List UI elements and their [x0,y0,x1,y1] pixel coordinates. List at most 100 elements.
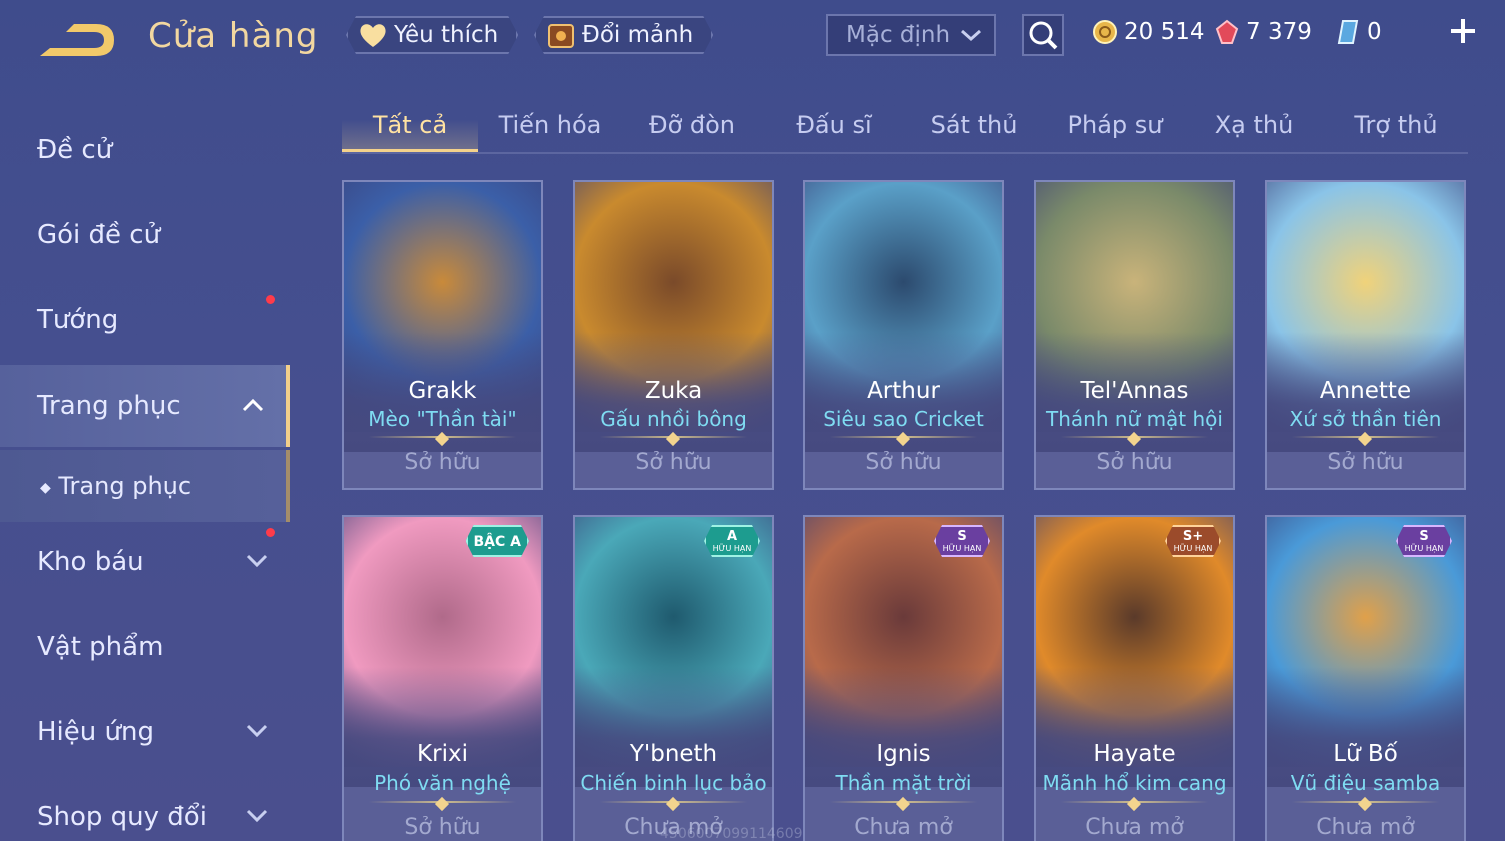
skin-card[interactable]: BẬC A Krixi Phó văn nghệ Sở hữu [342,515,543,841]
sidebar-item-effects[interactable]: Hiệu ứng [0,692,290,772]
tier-badge-label: S [1419,529,1429,544]
sidebar-item-treasure[interactable]: Kho báu [0,522,290,602]
sidebar-subitem-skins[interactable]: ◆ Trang phục [0,450,290,522]
skin-card[interactable]: A HỮU HẠN Y'bneth Chiến binh lục bảo Chưa mở [573,515,774,841]
card-shade [344,667,541,787]
voucher-balance: 7 379 [1214,16,1312,48]
skin-name: Phó văn nghệ [374,771,511,795]
crystal-icon [1337,20,1359,44]
add-currency-icon[interactable] [1448,16,1478,46]
skin-card[interactable]: S HỮU HẠN Ignis Thần mặt trời Chưa mở [803,515,1004,841]
heart-icon [358,21,388,49]
sidebar-item-heroes[interactable]: Tướng [0,280,290,360]
skin-name: Siêu sao Cricket [823,407,984,431]
watermark-id: 4506007099114609 [660,826,803,841]
sidebar-item-label: Kho báu [37,547,144,577]
sidebar-subitem-label: Trang phục [58,472,192,500]
sort-value: Mặc định [846,22,951,48]
skin-card[interactable]: S+ HỮU HẠN Hayate Mãnh hổ kim cang Chưa mở [1034,515,1235,841]
hero-name: Zuka [644,378,703,404]
search-icon [1029,21,1058,50]
skin-name: Mãnh hổ kim cang [1042,771,1227,795]
skin-name: Thần mặt trời [835,771,972,795]
search-button[interactable] [1022,14,1064,56]
tier-badge: A HỮU HẠN [704,525,760,557]
hero-name: Grakk [408,378,477,404]
hero-name: Tel'Annas [1080,378,1189,404]
sidebar: Đề cử Gói đề cử Tướng Trang phục ◆ Trang… [0,100,290,841]
divider-gem-icon [895,796,911,812]
chevron-down-icon [246,724,268,738]
tier-badge-label: A [726,529,738,544]
voucher-value: 7 379 [1246,19,1312,45]
divider-gem-icon [665,796,681,812]
sort-dropdown[interactable]: Mặc định [826,14,996,56]
sidebar-item-label: Vật phẩm [37,632,164,662]
sidebar-item-label: Hiệu ứng [37,717,154,747]
ownership-status: Chưa mở [854,815,953,840]
sidebar-item-recommended[interactable]: Đề cử [0,110,290,190]
sidebar-item-skins[interactable]: Trang phục [0,365,290,447]
hero-name: Ignis [876,741,931,767]
favorites-button[interactable]: Yêu thích [346,16,518,54]
skin-card[interactable]: Zuka Gấu nhồi bông Sở hữu [573,180,774,490]
sidebar-item-label: Trang phục [37,391,181,421]
sidebar-item-label: Shop quy đổi [37,802,207,832]
ownership-status: Sở hữu [404,815,481,840]
divider-gem-icon [1126,796,1142,812]
sidebar-item-exchange-shop[interactable]: Shop quy đổi [0,777,290,841]
skin-name: Gấu nhồi bông [600,407,747,431]
tab-tank[interactable]: Đỡ đòn [632,100,752,152]
tab-support[interactable]: Trợ thủ [1336,100,1456,152]
hero-name: Y'bneth [629,741,718,767]
hero-name: Lữ Bố [1333,741,1398,767]
tab-fighter[interactable]: Đấu sĩ [774,100,894,152]
tier-badge-sublabel: HỮU HẠN [712,544,752,553]
skin-card[interactable]: Arthur Siêu sao Cricket Sở hữu [803,180,1004,490]
tab-assassin[interactable]: Sát thủ [914,100,1034,152]
skin-card[interactable]: Annette Xứ sở thần tiên Sở hữu [1265,180,1466,490]
exchange-fragments-button[interactable]: Đổi mảnh [534,16,713,54]
tier-badge: S HỮU HẠN [934,525,990,557]
tier-badge: S+ HỮU HẠN [1165,525,1221,557]
skin-name: Mèo "Thần tài" [368,407,517,431]
ownership-status: Sở hữu [865,450,942,475]
divider-gem-icon [434,796,450,812]
notification-dot [266,528,275,537]
card-shade [1267,667,1464,787]
tier-badge-label: S [957,529,967,544]
chevron-down-icon [961,29,981,42]
tab-marksman[interactable]: Xạ thủ [1194,100,1314,152]
skin-name: Chiến binh lục bảo [580,771,767,795]
card-shade [1036,667,1233,787]
tab-all[interactable]: Tất cả [342,100,478,152]
treasure-chest-icon [546,21,576,49]
tier-badge-label: S+ [1182,529,1204,544]
sidebar-item-items[interactable]: Vật phẩm [0,607,290,687]
ownership-status: Chưa mở [1085,815,1184,840]
ownership-status: Sở hữu [1327,450,1404,475]
tab-evolution[interactable]: Tiến hóa [490,100,610,152]
skin-name: Xứ sở thần tiên [1289,407,1442,431]
chevron-up-icon [242,398,264,412]
hero-name: Krixi [417,741,468,767]
skin-card[interactable]: Grakk Mèo "Thần tài" Sở hữu [342,180,543,490]
favorites-label: Yêu thích [394,22,499,48]
sidebar-item-recommended-packs[interactable]: Gói đề cử [0,195,290,304]
top-bar: Cửa hàng Yêu thích Đổi mảnh Mặc định 20 … [0,0,1505,80]
ownership-status: Chưa mở [1316,815,1415,840]
exchange-label: Đổi mảnh [582,22,694,48]
page-title: Cửa hàng [148,16,319,56]
skin-card[interactable]: Tel'Annas Thánh nữ mật hội Sở hữu [1034,180,1235,490]
hero-name: Arthur [867,378,940,404]
tier-badge-sublabel: HỮU HẠN [942,544,982,553]
tier-badge: S HỮU HẠN [1396,525,1452,557]
gold-value: 20 514 [1124,19,1205,45]
tab-mage[interactable]: Pháp sư [1054,100,1176,152]
tier-badge-sublabel: HỮU HẠN [1173,544,1213,553]
back-arrow-icon[interactable] [36,18,118,62]
tier-badge: BẬC A [466,525,530,557]
sidebar-item-label: Gói đề cử [37,220,161,250]
skin-card[interactable]: S HỮU HẠN Lữ Bố Vũ điệu samba Chưa mở [1265,515,1466,841]
ownership-status: Sở hữu [1096,450,1173,475]
